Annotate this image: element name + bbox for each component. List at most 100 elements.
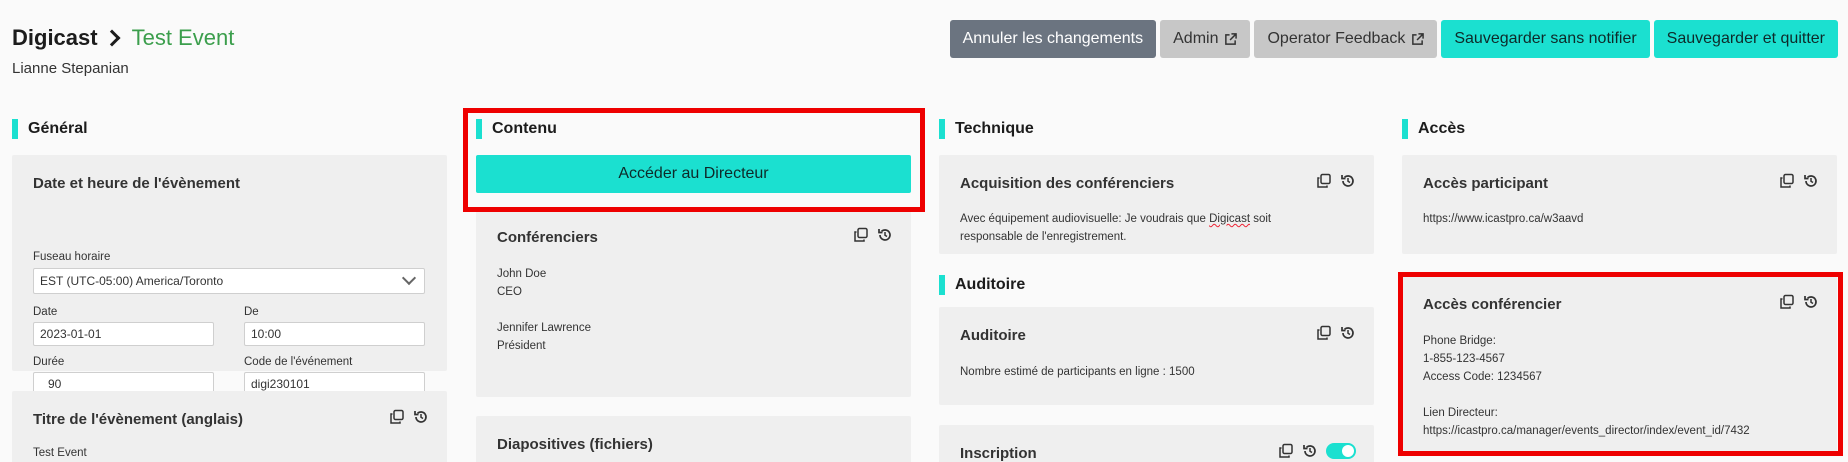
section-marker [1402,119,1408,139]
section-title: Général [28,120,88,137]
section-marker [476,119,482,139]
audience-card: Auditoire Nombre estimé de participants … [939,307,1374,405]
page-header: Digicast Test Event Lianne Stepanian [12,24,234,77]
card-actions [1779,294,1819,310]
copy-icon[interactable] [1316,325,1332,341]
history-icon[interactable] [1302,443,1318,459]
director-link-label: Lien Directeur: [1423,407,1498,419]
speaker-name: John Doe [497,268,547,280]
acquisition-text-line2: responsable de l'enregistrement. [960,231,1127,243]
save-without-notify-label: Sauvegarder sans notifier [1454,30,1637,47]
event-code-label: Code de l'événement [244,356,353,368]
card-title: Titre de l'évènement (anglais) [33,411,244,428]
admin-button[interactable]: Admin [1160,20,1251,58]
acquisition-text-end: soit [1250,213,1272,225]
card-actions [1316,173,1356,189]
date-input[interactable]: 2023-01-01 [33,322,214,346]
date-label: Date [33,306,58,318]
spellcheck-flagged-word: Digicast [1209,213,1251,225]
duration-label: Durée [33,356,65,368]
card-title: Diapositives (fichiers) [497,436,653,453]
copy-icon[interactable] [389,409,405,425]
section-marker [939,275,945,295]
date-value: 2023-01-01 [40,327,102,341]
timezone-select[interactable]: EST (UTC-05:00) America/Toronto [33,268,425,294]
section-general-heading: Général [12,118,447,140]
speaker-entry: John Doe CEO [497,265,546,301]
history-icon[interactable] [1340,325,1356,341]
event-title-value: Test Event [33,447,87,459]
section-title: Accès [1418,120,1466,137]
copy-icon[interactable] [1278,443,1294,459]
access-code: Access Code: 1234567 [1423,371,1542,383]
chevron-down-icon [401,270,417,286]
card-title: Date et heure de l'évènement [33,175,240,192]
access-column: Accès Accès participant https://www.icas… [1402,118,1837,456]
speaker-entry: Jennifer Lawrence Président [497,319,591,355]
history-icon[interactable] [877,227,893,243]
card-actions [1278,443,1356,459]
save-and-quit-label: Sauvegarder et quitter [1666,30,1825,47]
admin-label: Admin [1173,30,1219,47]
section-marker [939,119,945,139]
copy-icon[interactable] [853,227,869,243]
history-icon[interactable] [413,409,429,425]
save-and-quit-button[interactable]: Sauvegarder et quitter [1653,20,1838,58]
card-actions [1779,173,1819,189]
section-title: Auditoire [955,276,1026,293]
timezone-value: EST (UTC-05:00) America/Toronto [40,274,224,288]
card-actions [1316,325,1356,341]
datetime-card: Date et heure de l'évènement Fuseau hora… [12,155,447,396]
copy-icon[interactable] [1779,294,1795,310]
section-content-heading: Contenu [476,118,911,140]
start-time-input[interactable]: 10:00 [244,322,425,346]
external-link-icon [1412,32,1425,45]
user-name: Lianne Stepanian [12,60,129,77]
operator-feedback-label: Operator Feedback [1267,30,1406,47]
breadcrumb: Digicast Test Event [12,24,234,52]
copy-icon[interactable] [1316,173,1332,189]
section-marker [12,119,18,139]
card-title: Accès participant [1423,175,1549,192]
start-time-value: 10:00 [251,327,282,341]
section-title: Technique [955,120,1034,137]
save-without-notify-button[interactable]: Sauvegarder sans notifier [1441,20,1650,58]
access-director-label: Accéder au Directeur [618,165,769,182]
duration-value: 90 [48,377,62,391]
access-director-button[interactable]: Accéder au Directeur [476,155,911,193]
card-title: Inscription [960,445,1037,462]
registration-toggle[interactable] [1326,443,1356,459]
card-title: Auditoire [960,327,1026,344]
history-icon[interactable] [1340,173,1356,189]
speakers-card: Conférenciers John Doe CEO Jennifer Lawr… [476,209,911,397]
director-link-url[interactable]: https://icastpro.ca/manager/events_direc… [1423,422,1750,440]
event-title-card: Titre de l'évènement (anglais) Test Even… [12,391,447,462]
acquisition-text-start: Avec équipement audiovisuelle: Je voudra… [960,213,1210,225]
history-icon[interactable] [1803,294,1819,310]
timezone-label: Fuseau horaire [33,251,111,263]
breadcrumb-root[interactable]: Digicast [12,24,98,52]
start-time-label: De [244,306,259,318]
phone-bridge-label: Phone Bridge: [1423,335,1496,347]
toolbar: Annuler les changements Admin Operator F… [949,20,1838,58]
cancel-changes-button[interactable]: Annuler les changements [949,20,1157,58]
audience-estimate: Nombre estimé de participants en ligne :… [960,366,1195,378]
phone-bridge-number: 1-855-123-4567 [1423,353,1505,365]
speaker-role: Président [497,340,546,352]
section-access-heading: Accès [1402,118,1837,140]
speaker-access-details: Phone Bridge: 1-855-123-4567 Access Code… [1423,332,1750,440]
operator-feedback-button[interactable]: Operator Feedback [1254,20,1438,58]
speaker-name: Jennifer Lawrence [497,322,591,334]
content-column: Contenu Accéder au Directeur Conférencie… [476,118,911,462]
history-icon[interactable] [1803,173,1819,189]
speaker-acquisition-card: Acquisition des conférenciers Avec équip… [939,155,1374,254]
card-title: Accès conférencier [1423,296,1562,313]
acquisition-text: Avec équipement audiovisuelle: Je voudra… [960,210,1271,246]
copy-icon[interactable] [1779,173,1795,189]
participant-access-card: Accès participant https://www.icastpro.c… [1402,155,1837,254]
card-actions [853,227,893,243]
participant-url[interactable]: https://www.icastpro.ca/w3aavd [1423,210,1583,228]
technical-column: Technique Acquisition des conférenciers … [939,118,1374,462]
card-actions [389,409,429,425]
